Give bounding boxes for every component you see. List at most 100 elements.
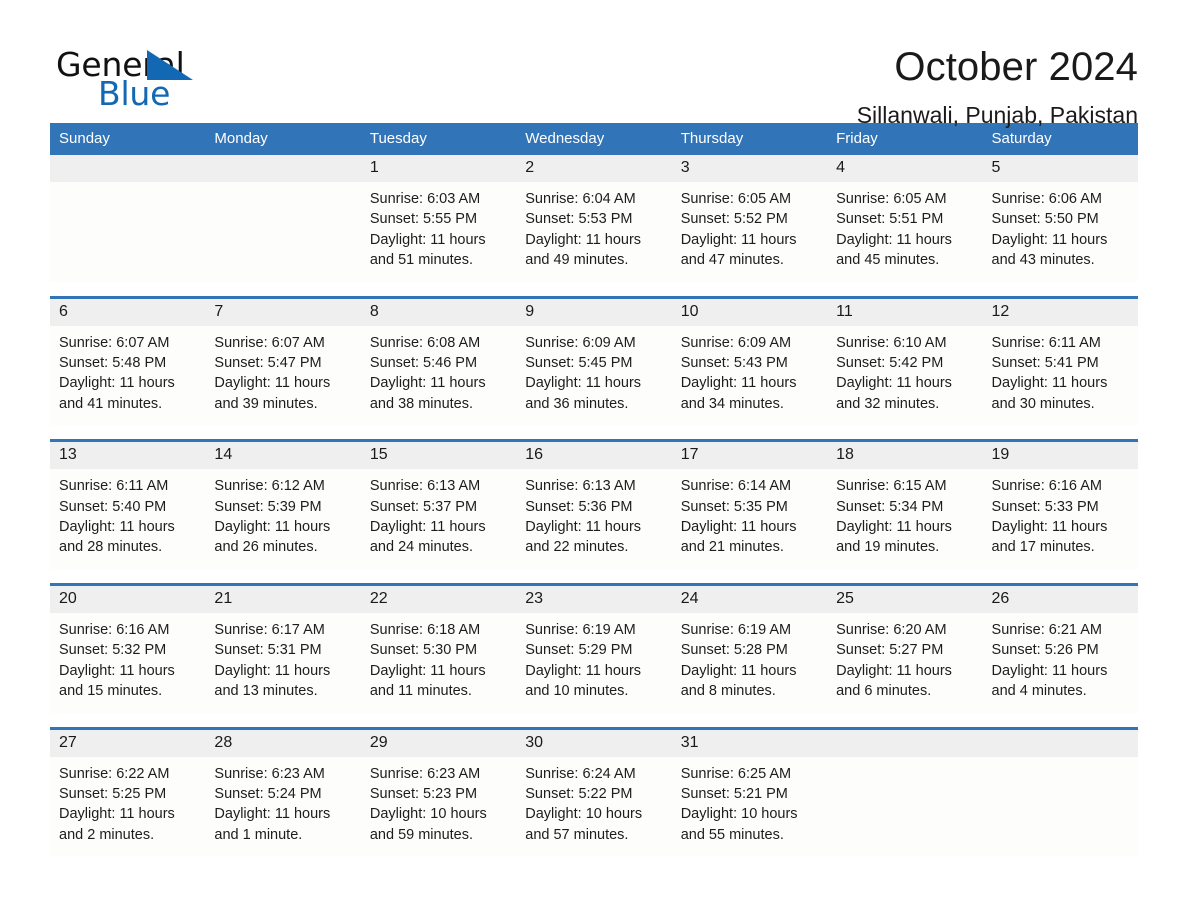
sunset-time: Sunset: 5:34 PM xyxy=(836,498,944,515)
calendar-day-cell[interactable]: 7 Sunrise: 6:07 AM Sunset: 5:47 PM Daylight… xyxy=(205,295,361,426)
calendar-day-cell[interactable]: 1 Sunrise: 6:03 AM Sunset: 5:55 PM Daylight… xyxy=(360,155,517,282)
logo-text-blue: Blue xyxy=(98,74,171,113)
day-details: Sunrise: 6:07 AM Sunset: 5:47 PM Daylight:… xyxy=(205,326,360,426)
calendar-day-cell[interactable]: 18 Sunrise: 6:15 AM Sunset: 5:34 PM Dayligh… xyxy=(827,439,983,569)
daylight-duration-line2: and 38 minutes. xyxy=(369,395,474,412)
day-number: 25 xyxy=(827,585,983,613)
daylight-duration-line1: Daylight: 11 hours xyxy=(59,806,175,823)
daylight-duration-line1: Daylight: 10 hours xyxy=(369,806,487,823)
day-number: 23 xyxy=(516,585,672,613)
sunset-time: Sunset: 5:45 PM xyxy=(525,355,633,372)
logo-generalblue[interactable]: General Blue xyxy=(50,44,210,116)
page-title: October 2024 xyxy=(894,45,1138,89)
weekday-header-sunday: Sunday xyxy=(50,123,206,155)
daylight-duration-line2: and 11 minutes. xyxy=(369,683,472,700)
calendar-week-row: 6 Sunrise: 6:07 AM Sunset: 5:48 PM Daylight… xyxy=(50,295,1138,426)
day-number xyxy=(205,155,361,182)
sunset-time: Sunset: 5:29 PM xyxy=(525,642,633,659)
daylight-duration-line1: Daylight: 11 hours xyxy=(680,231,797,248)
daylight-duration-line1: Daylight: 11 hours xyxy=(991,375,1108,392)
sunset-time: Sunset: 5:55 PM xyxy=(369,211,478,228)
calendar-day-cell[interactable]: 21 Sunrise: 6:17 AM Sunset: 5:31 PM Dayligh… xyxy=(205,582,361,713)
daylight-duration-line2: and 10 minutes. xyxy=(525,683,629,700)
daylight-duration-line2: and 32 minutes. xyxy=(836,395,940,412)
daylight-duration-line2: and 45 minutes. xyxy=(836,252,940,269)
calendar-day-cell[interactable]: 23 Sunrise: 6:19 AM Sunset: 5:29 PM Dayligh… xyxy=(516,582,672,713)
day-number: 9 xyxy=(516,298,672,326)
calendar-day-cell[interactable]: 15 Sunrise: 6:13 AM Sunset: 5:37 PM Dayligh… xyxy=(360,439,517,569)
sunrise-time: Sunrise: 6:09 AM xyxy=(525,334,636,351)
calendar-day-cell[interactable]: 31 Sunrise: 6:25 AM Sunset: 5:21 PM Dayligh… xyxy=(671,726,828,857)
calendar-day-cell[interactable]: 2 Sunrise: 6:04 AM Sunset: 5:53 PM Daylight… xyxy=(516,155,672,282)
sunset-time: Sunset: 5:51 PM xyxy=(836,211,944,228)
sunset-time: Sunset: 5:25 PM xyxy=(59,785,167,802)
sunrise-time: Sunrise: 6:14 AM xyxy=(680,478,792,495)
week-spacer xyxy=(50,425,1138,441)
day-details: Sunrise: 6:08 AM Sunset: 5:46 PM Daylight:… xyxy=(361,326,516,426)
sunset-time: Sunset: 5:31 PM xyxy=(214,642,322,659)
sunrise-time: Sunrise: 6:13 AM xyxy=(369,478,481,495)
calendar-day-cell[interactable]: 19 Sunrise: 6:16 AM Sunset: 5:33 PM Dayligh… xyxy=(982,439,1138,569)
calendar-day-cell[interactable]: 27 Sunrise: 6:22 AM Sunset: 5:25 PM Dayligh… xyxy=(50,726,206,857)
sunset-time: Sunset: 5:24 PM xyxy=(214,785,322,802)
calendar-day-cell[interactable]: 28 Sunrise: 6:23 AM Sunset: 5:24 PM Dayligh… xyxy=(205,726,361,857)
daylight-duration-line2: and 30 minutes. xyxy=(991,395,1095,412)
calendar-day-cell[interactable]: 4 Sunrise: 6:05 AM Sunset: 5:51 PM Daylight… xyxy=(827,155,983,282)
daylight-duration-line1: Daylight: 11 hours xyxy=(991,662,1108,679)
calendar-day-cell[interactable]: 11 Sunrise: 6:10 AM Sunset: 5:42 PM Dayligh… xyxy=(827,295,983,426)
day-number: 12 xyxy=(982,298,1138,326)
sunrise-time: Sunrise: 6:11 AM xyxy=(991,334,1101,351)
calendar-day-cell[interactable]: 26 Sunrise: 6:21 AM Sunset: 5:26 PM Dayligh… xyxy=(982,582,1138,713)
day-number: 21 xyxy=(205,585,361,613)
calendar-day-cell[interactable]: 12 Sunrise: 6:11 AM Sunset: 5:41 PM Dayligh… xyxy=(982,295,1138,426)
calendar-day-cell[interactable]: 3 Sunrise: 6:05 AM Sunset: 5:52 PM Daylight… xyxy=(671,155,828,282)
calendar-day-cell[interactable]: 16 Sunrise: 6:13 AM Sunset: 5:36 PM Dayligh… xyxy=(516,439,672,569)
daylight-duration-line2: and 41 minutes. xyxy=(59,395,163,412)
sunrise-time: Sunrise: 6:07 AM xyxy=(214,334,325,351)
sunrise-time: Sunrise: 6:16 AM xyxy=(59,621,170,638)
daylight-duration-line1: Daylight: 11 hours xyxy=(214,662,331,679)
calendar-day-cell[interactable]: 24 Sunrise: 6:19 AM Sunset: 5:28 PM Dayligh… xyxy=(671,582,828,713)
day-number: 2 xyxy=(516,155,672,182)
daylight-duration-line2: and 6 minutes. xyxy=(836,683,932,700)
calendar-day-cell[interactable]: 6 Sunrise: 6:07 AM Sunset: 5:48 PM Daylight… xyxy=(50,295,206,426)
day-details: Sunrise: 6:21 AM Sunset: 5:26 PM Daylight:… xyxy=(983,613,1138,713)
sunrise-time: Sunrise: 6:08 AM xyxy=(369,334,481,351)
daylight-duration-line2: and 34 minutes. xyxy=(680,395,784,412)
day-number: 30 xyxy=(516,729,672,757)
day-details: Sunrise: 6:13 AM Sunset: 5:37 PM Daylight:… xyxy=(361,469,516,569)
calendar-day-cell[interactable]: 20 Sunrise: 6:16 AM Sunset: 5:32 PM Dayligh… xyxy=(50,582,206,713)
day-details: Sunrise: 6:16 AM Sunset: 5:33 PM Daylight:… xyxy=(983,469,1138,569)
calendar-day-cell[interactable]: 8 Sunrise: 6:08 AM Sunset: 5:46 PM Daylight… xyxy=(360,295,517,426)
calendar-week-row: 13 Sunrise: 6:11 AM Sunset: 5:40 PM Dayligh… xyxy=(50,439,1138,569)
calendar-page: General Blue October 2024 Sillanwali, Pu… xyxy=(0,0,1188,918)
calendar-day-cell[interactable]: 30 Sunrise: 6:24 AM Sunset: 5:22 PM Dayligh… xyxy=(516,726,672,857)
sunset-time: Sunset: 5:22 PM xyxy=(525,785,633,802)
week-spacer xyxy=(50,281,1138,298)
calendar-day-cell[interactable]: 10 Sunrise: 6:09 AM Sunset: 5:43 PM Dayligh… xyxy=(671,295,828,426)
calendar-day-cell[interactable]: 17 Sunrise: 6:14 AM Sunset: 5:35 PM Dayligh… xyxy=(671,439,828,569)
week-spacer xyxy=(50,568,1138,585)
sunset-time: Sunset: 5:50 PM xyxy=(991,211,1099,228)
sunrise-time: Sunrise: 6:15 AM xyxy=(836,478,947,495)
calendar-day-cell[interactable]: 13 Sunrise: 6:11 AM Sunset: 5:40 PM Dayligh… xyxy=(50,439,206,569)
calendar-day-cell[interactable]: 9 Sunrise: 6:09 AM Sunset: 5:45 PM Daylight… xyxy=(516,295,672,426)
daylight-duration-line2: and 47 minutes. xyxy=(680,252,784,269)
calendar-day-cell[interactable]: 29 Sunrise: 6:23 AM Sunset: 5:23 PM Dayligh… xyxy=(360,726,517,857)
day-details: Sunrise: 6:22 AM Sunset: 5:25 PM Daylight:… xyxy=(50,757,205,857)
calendar-day-cell[interactable]: 5 Sunrise: 6:06 AM Sunset: 5:50 PM Daylight… xyxy=(982,155,1138,282)
calendar-day-cell[interactable]: 14 Sunrise: 6:12 AM Sunset: 5:39 PM Dayligh… xyxy=(205,439,361,569)
daylight-duration-line1: Daylight: 11 hours xyxy=(680,375,797,392)
sunset-time: Sunset: 5:30 PM xyxy=(369,642,478,659)
sunset-time: Sunset: 5:36 PM xyxy=(525,498,633,515)
sunset-time: Sunset: 5:40 PM xyxy=(59,498,167,515)
day-number: 1 xyxy=(360,155,517,182)
day-number: 26 xyxy=(982,585,1138,613)
sunrise-time: Sunrise: 6:03 AM xyxy=(369,191,481,207)
daylight-duration-line1: Daylight: 11 hours xyxy=(525,375,642,392)
calendar-day-cell[interactable]: 25 Sunrise: 6:20 AM Sunset: 5:27 PM Dayligh… xyxy=(827,582,983,713)
week-spacer-cell xyxy=(50,425,1138,441)
sunrise-time: Sunrise: 6:23 AM xyxy=(214,765,325,782)
calendar-day-cell[interactable]: 22 Sunrise: 6:18 AM Sunset: 5:30 PM Dayligh… xyxy=(360,582,517,713)
day-details xyxy=(983,757,1138,839)
